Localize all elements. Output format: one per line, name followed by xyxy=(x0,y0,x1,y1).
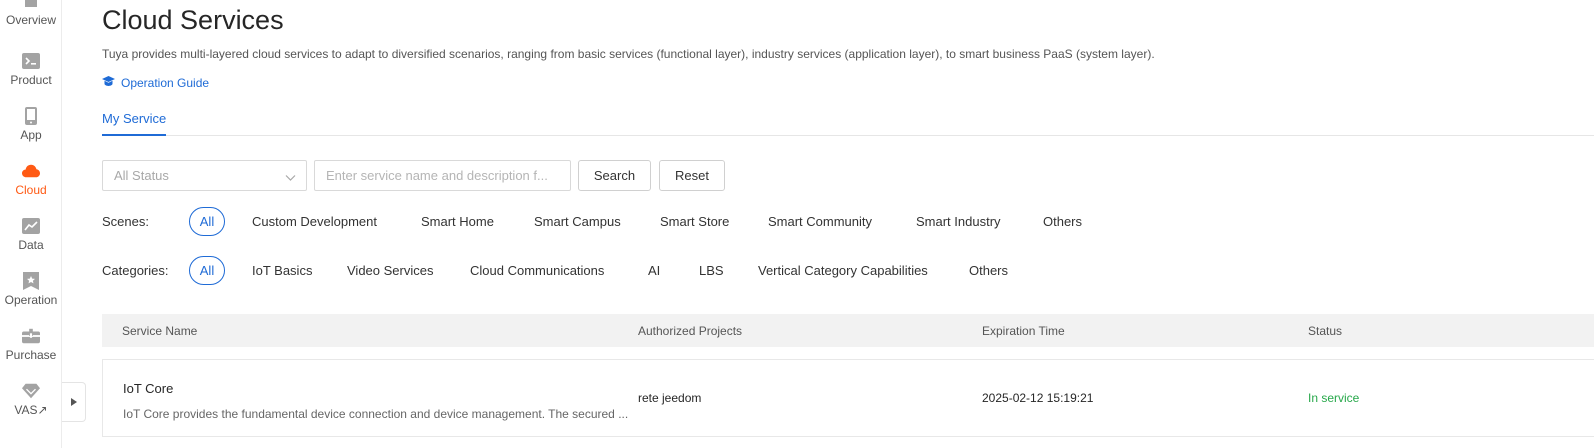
categories-label: Categories: xyxy=(102,263,169,278)
category-chip-iot-basics[interactable]: IoT Basics xyxy=(252,262,312,280)
sidebar-item-vas[interactable]: VAS↗ xyxy=(0,382,62,434)
scene-chip-others[interactable]: Others xyxy=(1043,213,1082,231)
scene-chip-smart-store[interactable]: Smart Store xyxy=(660,213,729,231)
sidebar: Overview Product App Cloud Data Operatio… xyxy=(0,0,62,448)
sidebar-item-label: App xyxy=(20,128,42,142)
service-description: IoT Core provides the fundamental device… xyxy=(123,407,629,421)
sidebar-item-label: VAS↗ xyxy=(14,403,48,417)
sidebar-item-operation[interactable]: Operation xyxy=(0,272,62,324)
status-select-value: All Status xyxy=(114,168,169,183)
graduation-cap-icon xyxy=(102,75,121,91)
category-chip-others[interactable]: Others xyxy=(969,262,1008,280)
scenes-label: Scenes: xyxy=(102,214,149,229)
column-header-authorized-projects: Authorized Projects xyxy=(638,324,743,338)
chevron-down-icon xyxy=(285,170,296,185)
sidebar-item-label: Cloud xyxy=(15,183,47,197)
category-chip-vertical-category-capabilities[interactable]: Vertical Category Capabilities xyxy=(758,262,928,280)
column-header-service-name: Service Name xyxy=(122,324,198,338)
status-select[interactable]: All Status xyxy=(102,160,307,191)
scene-chip-smart-campus[interactable]: Smart Campus xyxy=(534,213,621,231)
category-chip-lbs[interactable]: LBS xyxy=(699,262,724,280)
box-icon xyxy=(22,327,40,345)
category-chip-ai[interactable]: AI xyxy=(648,262,660,280)
diamond-icon xyxy=(22,382,40,400)
sidebar-item-cloud[interactable]: Cloud xyxy=(0,162,62,214)
cloud-icon xyxy=(22,162,40,180)
scene-chip-custom-development[interactable]: Custom Development xyxy=(252,213,377,231)
scene-chip-smart-home[interactable]: Smart Home xyxy=(421,213,494,231)
sidebar-item-app[interactable]: App xyxy=(0,107,62,159)
tab-bar: My Service xyxy=(102,110,1594,136)
sidebar-item-purchase[interactable]: Purchase xyxy=(0,327,62,379)
sidebar-item-label: Purchase xyxy=(5,348,57,362)
reset-button[interactable]: Reset xyxy=(659,160,725,191)
category-chip-all[interactable]: All xyxy=(189,256,225,285)
chart-icon xyxy=(22,217,40,235)
scene-chip-smart-community[interactable]: Smart Community xyxy=(768,213,872,231)
column-header-status: Status xyxy=(1308,324,1343,338)
table-header: Service Name Authorized Projects Expirat… xyxy=(102,314,1594,347)
table-row[interactable]: IoT Core IoT Core provides the fundament… xyxy=(102,359,1594,437)
sidebar-item-overview[interactable]: Overview xyxy=(0,0,62,44)
bookmark-star-icon xyxy=(22,272,40,290)
service-name[interactable]: IoT Core xyxy=(123,380,173,398)
category-chip-video-services[interactable]: Video Services xyxy=(347,262,433,280)
search-input[interactable] xyxy=(314,160,571,191)
sidebar-item-label: Operation xyxy=(4,293,58,307)
page-description: Tuya provides multi-layered cloud servic… xyxy=(102,47,1155,61)
sidebar-item-product[interactable]: Product xyxy=(0,52,62,104)
tab-my-service[interactable]: My Service xyxy=(102,110,167,136)
caret-right-icon xyxy=(70,393,77,411)
expiration-time: 2025-02-12 15:19:21 xyxy=(982,391,1094,405)
authorized-project: rete jeedom xyxy=(638,391,702,405)
home-icon xyxy=(22,0,40,10)
sidebar-item-data[interactable]: Data xyxy=(0,217,62,269)
terminal-icon xyxy=(22,52,40,70)
sidebar-item-label: Data xyxy=(18,238,44,252)
scene-chip-all[interactable]: All xyxy=(189,207,225,236)
scene-chip-smart-industry[interactable]: Smart Industry xyxy=(916,213,1001,231)
sidebar-item-label: Overview xyxy=(5,13,56,27)
column-header-expiration-time: Expiration Time xyxy=(982,324,1065,338)
status-badge: In service xyxy=(1308,391,1360,405)
sidebar-item-label: Product xyxy=(10,73,52,87)
phone-icon xyxy=(22,107,40,125)
category-chip-cloud-communications[interactable]: Cloud Communications xyxy=(470,262,604,280)
sidebar-expand-button[interactable] xyxy=(62,382,86,422)
page-title: Cloud Services xyxy=(102,5,284,35)
search-button[interactable]: Search xyxy=(578,160,651,191)
operation-guide-label: Operation Guide xyxy=(121,76,210,90)
operation-guide-link[interactable]: Operation Guide xyxy=(102,75,209,91)
